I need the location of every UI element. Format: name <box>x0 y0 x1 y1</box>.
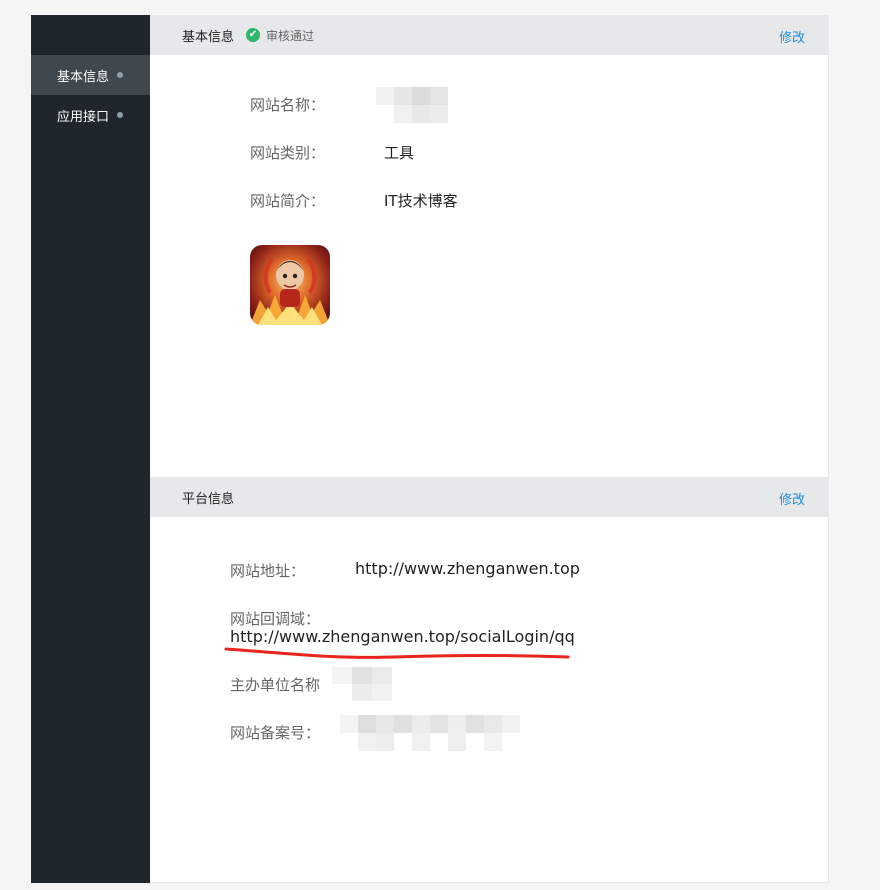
edit-platform-info-link[interactable]: 修改 <box>779 489 805 508</box>
review-status: 审核通过 <box>266 28 315 43</box>
site-name-label: 网站名称： <box>250 96 326 114</box>
dot-icon <box>117 72 124 78</box>
organizer-label: 主办单位名称 <box>230 676 321 694</box>
site-category-value: 工具 <box>384 144 415 162</box>
section-title: 基本信息 <box>182 29 235 45</box>
site-name-redacted <box>376 87 450 123</box>
sidebar: 基本信息 应用接口 <box>31 15 150 883</box>
dot-icon <box>117 112 124 118</box>
site-intro-label: 网站简介： <box>250 192 326 210</box>
site-intro-value: IT技术博客 <box>384 192 458 210</box>
icp-number-redacted <box>340 715 522 751</box>
basic-info-header: 基本信息 ✔ 审核通过 修改 <box>150 15 829 55</box>
site-category-label: 网站类别： <box>250 144 326 162</box>
sidebar-item-label: 应用接口 <box>57 109 110 125</box>
icp-number-label: 网站备案号： <box>230 724 321 742</box>
check-circle-icon: ✔ <box>246 28 261 42</box>
sidebar-item-app-interface[interactable]: 应用接口 <box>31 95 150 135</box>
site-logo-image <box>250 245 330 325</box>
site-address-label: 网站地址： <box>230 562 306 580</box>
callback-domain-label: 网站回调域： <box>230 610 321 628</box>
sidebar-item-label: 基本信息 <box>57 69 110 85</box>
edit-basic-info-link[interactable]: 修改 <box>779 27 805 46</box>
red-underline-annotation <box>224 647 570 659</box>
section-title: 平台信息 <box>182 491 235 507</box>
organizer-redacted <box>332 667 414 701</box>
main-panel: 基本信息 ✔ 审核通过 修改 网站名称： 网站类别： 工具 网站简介： IT技术… <box>150 15 829 883</box>
site-address-value: http://www.zhenganwen.top <box>355 559 580 578</box>
platform-info-header: 平台信息 修改 <box>150 477 829 517</box>
sidebar-item-basic-info[interactable]: 基本信息 <box>31 55 150 95</box>
